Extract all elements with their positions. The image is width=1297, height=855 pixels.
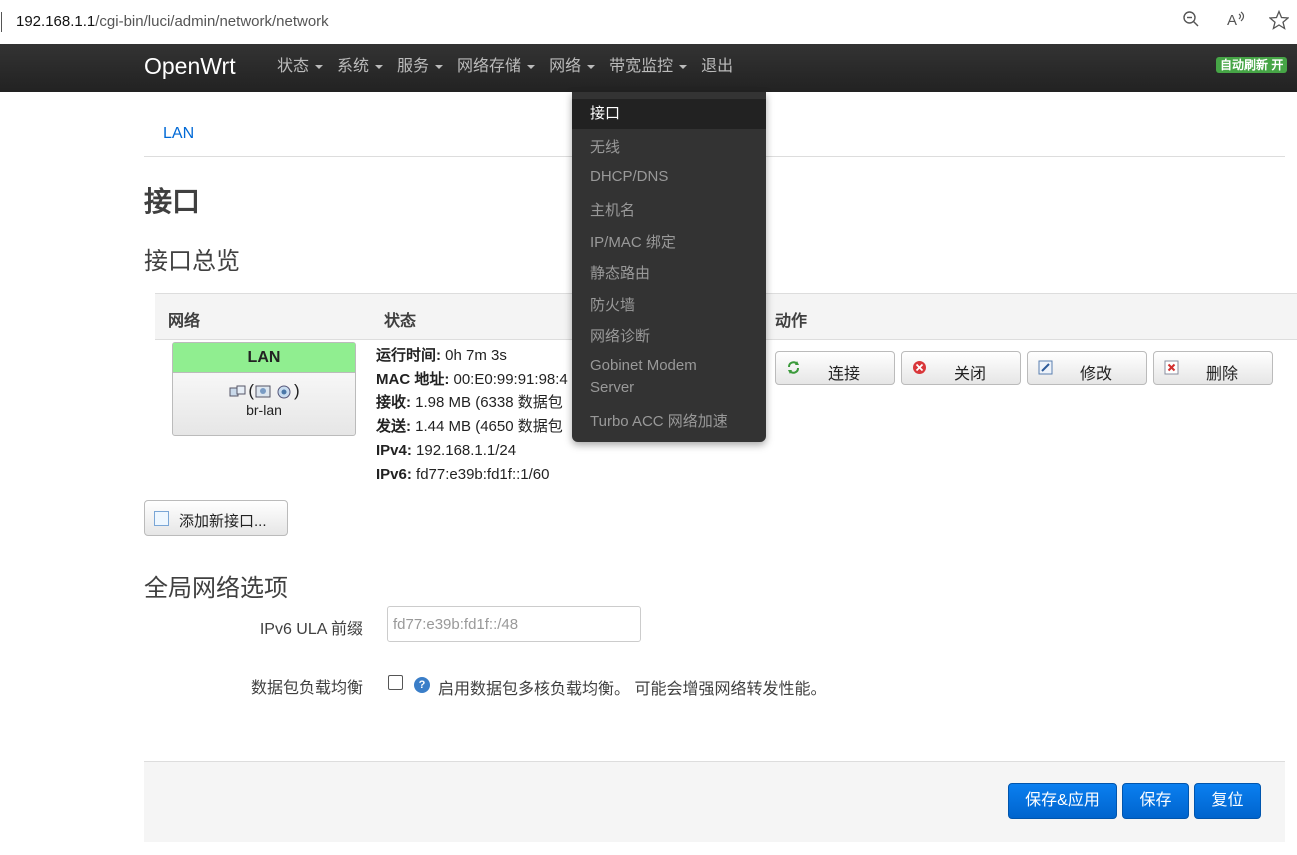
nav-bandwidth[interactable]: 带宽监控 [602,44,694,92]
column-status: 状态 [384,313,417,330]
ula-prefix-input[interactable] [387,606,641,642]
status-value: 0h 7m 3s [441,347,507,364]
menu-item-wireless[interactable]: 无线 [590,136,620,157]
packet-steering-checkbox[interactable] [388,675,403,690]
delete-button[interactable]: 删除 [1153,351,1273,385]
menu-item-hostnames[interactable]: 主机名 [590,199,635,220]
menu-item-ip-mac-binding[interactable]: IP/MAC 绑定 [590,231,676,252]
connect-button[interactable]: 连接 [775,351,895,385]
edit-button[interactable]: 修改 [1027,351,1147,385]
zoom-out-icon[interactable] [1180,10,1202,32]
status-label: 接收: [376,394,411,412]
caret-down-icon [679,64,688,69]
interface-icons: () [173,381,355,401]
overview-heading: 接口总览 [144,248,240,275]
status-label: 发送: [376,418,411,436]
browser-address-bar[interactable]: 192.168.1.1/cgi-bin/luci/admin/network/n… [0,0,1297,45]
url-text[interactable]: 192.168.1.1/cgi-bin/luci/admin/network/n… [16,13,329,30]
url-host: 192.168.1.1 [16,13,96,30]
nav-services[interactable]: 服务 [390,44,450,92]
network-dropdown-menu: 接口 无线 DHCP/DNS 主机名 IP/MAC 绑定 静态路由 防火墙 网络… [572,92,766,442]
column-network: 网络 [168,313,201,330]
status-value: 00:E0:99:91:98:4 [449,370,568,388]
paren-close: ) [294,381,300,400]
save-apply-button[interactable]: 保存&应用 [1008,783,1117,819]
menu-item-diagnostics[interactable]: 网络诊断 [590,325,650,346]
status-mac: MAC 地址: 00:E0:99:91:98:4 [376,368,568,392]
menu-item-dhcp-dns[interactable]: DHCP/DNS [590,168,668,185]
help-icon: ? [414,677,430,693]
add-icon [154,511,169,526]
interface-badge-lan: LAN () br-lan [172,342,356,436]
caret-down-icon [315,64,324,69]
nav-network[interactable]: 网络 [542,44,602,92]
button-label: 删除 [1205,366,1238,383]
ethernet-port-icon [229,385,246,397]
nav-system[interactable]: 系统 [330,44,390,92]
wifi-radio-icon [277,385,291,399]
nav-label: 网络 [549,58,582,75]
main-nav: 状态 系统 服务 网络存储 网络 带宽监控 退出 [270,44,740,92]
status-value: 1.44 MB (4650 数据包 [411,418,563,436]
nav-label: 网络存储 [457,58,522,75]
nav-label: 退出 [701,58,734,75]
menu-item-static-routes[interactable]: 静态路由 [590,262,650,283]
button-label: 关闭 [953,366,986,383]
menu-item-gobinet-server[interactable]: Server [590,379,634,396]
packet-steering-label: 数据包负载均衡 [250,680,363,697]
nav-logout[interactable]: 退出 [694,44,740,92]
network-name: LAN [173,343,355,373]
save-button[interactable]: 保存 [1122,783,1189,819]
menu-item-turbo-acc[interactable]: Turbo ACC 网络加速 [590,410,728,431]
status-rx: 接收: 1.98 MB (6338 数据包 [376,391,568,415]
top-navbar: OpenWrt 状态 系统 服务 网络存储 网络 带宽监控 退出 [0,44,1297,92]
status-ipv4: IPv4: 192.168.1.1/24 [376,439,568,463]
status-value: 192.168.1.1/24 [411,441,517,459]
caret-down-icon [375,64,384,69]
stop-button[interactable]: 关闭 [901,351,1021,385]
auto-refresh-toggle[interactable]: 自动刷新 开 [1216,57,1288,73]
status-ipv6: IPv6: fd77:e39b:fd1f::1/60 [376,463,568,487]
ula-prefix-label: IPv6 ULA 前缀 [259,621,363,638]
url-path: /cgi-bin/luci/admin/network/network [95,13,329,30]
nav-status[interactable]: 状态 [270,44,330,92]
status-label: MAC 地址: [376,370,450,388]
column-actions: 动作 [775,313,808,330]
status-uptime: 运行时间: 0h 7m 3s [376,344,568,368]
status-value: fd77:e39b:fd1f::1/60 [411,465,550,483]
interface-status: 运行时间: 0h 7m 3s MAC 地址: 00:E0:99:91:98:4 … [376,344,568,486]
status-label: IPv6: [376,465,412,483]
nav-label: 状态 [277,58,310,75]
reset-button[interactable]: 复位 [1194,783,1261,819]
packet-steering-help: 启用数据包多核负载均衡。 可能会增强网络转发性能。 [438,681,827,698]
button-label: 添加新接口... [179,513,267,530]
menu-item-gobinet-modem[interactable]: Gobinet Modem [590,357,697,374]
add-interface-button[interactable]: 添加新接口... [144,500,288,536]
bridge-port-icon [255,385,271,398]
status-value: 1.98 MB (6338 数据包 [411,394,563,412]
caret-down-icon [587,64,596,69]
page-title: 接口 [144,186,201,217]
status-label: IPv4: [376,441,412,459]
nav-nas[interactable]: 网络存储 [450,44,542,92]
caret-down-icon [527,64,536,69]
button-label: 修改 [1079,366,1112,383]
caret-down-icon [435,64,444,69]
button-label: 连接 [827,366,860,383]
svg-text:A: A [1227,12,1237,28]
tab-lan[interactable]: LAN [163,125,194,143]
nav-label: 系统 [337,58,370,75]
nav-label: 带宽监控 [609,58,674,75]
status-label: 运行时间: [376,347,441,364]
read-aloud-icon[interactable]: A [1225,10,1247,32]
global-options-heading: 全局网络选项 [144,575,288,602]
device-name: br-lan [246,402,282,418]
favorite-star-icon[interactable] [1268,9,1290,32]
nav-label: 服务 [397,58,430,75]
menu-item-firewall[interactable]: 防火墙 [590,294,635,315]
text-caret [1,12,2,32]
brand-logo[interactable]: OpenWrt [144,53,236,80]
menu-item-interfaces[interactable]: 接口 [572,99,766,129]
status-tx: 发送: 1.44 MB (4650 数据包 [376,415,568,439]
